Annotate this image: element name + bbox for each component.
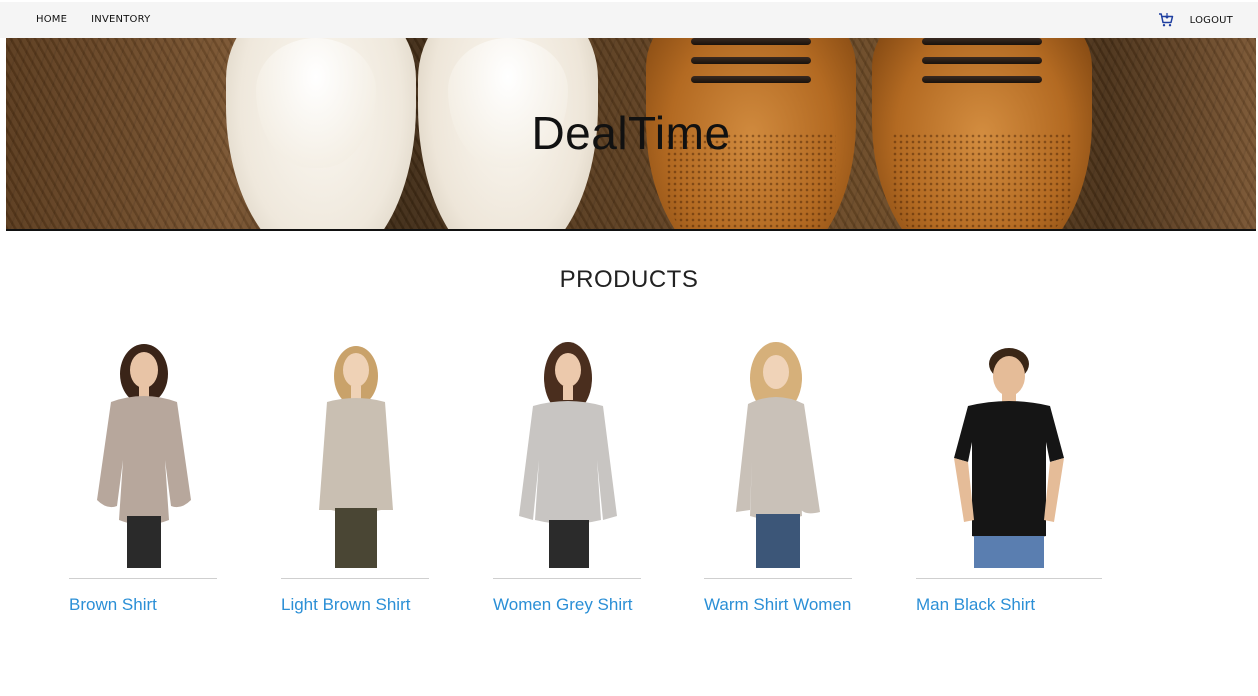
product-divider xyxy=(69,578,217,579)
nav-home-link[interactable]: HOME xyxy=(36,14,67,25)
cart-icon[interactable] xyxy=(1158,12,1174,28)
product-name-link[interactable]: Man Black Shirt xyxy=(916,595,1035,615)
products-heading: PRODUCTS xyxy=(559,266,699,293)
product-card[interactable]: Women Grey Shirt xyxy=(493,330,643,620)
top-navbar: HOME INVENTORY LOGOUT xyxy=(0,0,1258,38)
product-list: Brown Shirt Light Brown Shirt Women Grey… xyxy=(0,330,1258,630)
nav-logout-link[interactable]: LOGOUT xyxy=(1190,15,1233,26)
banner-title: DealTime xyxy=(531,107,731,159)
product-card[interactable]: Brown Shirt xyxy=(69,330,219,620)
nav-inventory-link[interactable]: INVENTORY xyxy=(91,14,150,25)
product-divider xyxy=(493,578,641,579)
product-name-link[interactable]: Brown Shirt xyxy=(69,595,157,615)
nav-left-group: HOME INVENTORY xyxy=(36,14,150,25)
product-divider xyxy=(281,578,429,579)
product-card[interactable]: Warm Shirt Women xyxy=(704,330,854,620)
product-divider xyxy=(704,578,852,579)
product-image[interactable] xyxy=(704,340,854,568)
product-image[interactable] xyxy=(281,340,431,568)
nav-right-group: LOGOUT xyxy=(1158,12,1233,28)
product-name-link[interactable]: Light Brown Shirt xyxy=(281,595,410,615)
product-image[interactable] xyxy=(934,340,1084,568)
product-name-link[interactable]: Women Grey Shirt xyxy=(493,595,633,615)
product-name-link[interactable]: Warm Shirt Women xyxy=(704,595,851,615)
product-card[interactable]: Light Brown Shirt xyxy=(281,330,431,620)
product-divider xyxy=(916,578,1102,579)
product-image[interactable] xyxy=(69,340,219,568)
hero-banner: DealTime xyxy=(6,38,1256,231)
product-card[interactable]: Man Black Shirt xyxy=(916,330,1102,620)
product-image[interactable] xyxy=(493,340,643,568)
